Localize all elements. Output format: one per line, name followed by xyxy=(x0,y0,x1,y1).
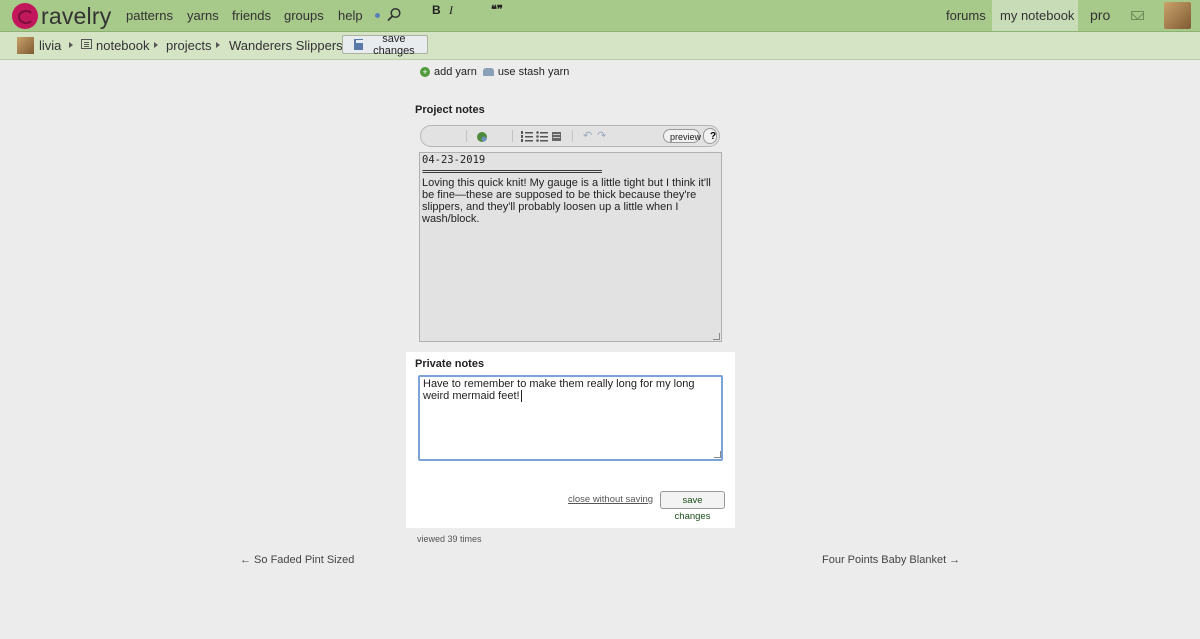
yarn-actions: + add yarn use stash yarn xyxy=(420,66,569,78)
ravelry-logo-icon xyxy=(12,3,38,29)
resize-grip-icon[interactable] xyxy=(714,451,721,458)
private-notes-heading: Private notes xyxy=(415,358,485,370)
nav-help[interactable]: help xyxy=(338,8,363,23)
nav-forums[interactable]: forums xyxy=(946,8,986,23)
breadcrumb-projects[interactable]: projects xyxy=(166,38,212,53)
text-caret xyxy=(520,389,522,402)
nav-pro[interactable]: pro xyxy=(1090,7,1110,23)
project-notes-text: Loving this quick knit! My gauge is a li… xyxy=(422,177,714,225)
private-notes-textarea[interactable]: Have to remember to make them really lon… xyxy=(418,375,723,461)
search-dot-icon xyxy=(375,13,380,18)
undo-icon[interactable]: ↶ xyxy=(583,129,592,142)
quote-button[interactable]: ❝❞ xyxy=(491,3,503,16)
save-changes-top-label: save changes xyxy=(373,32,415,57)
logo-text: ravelry xyxy=(41,2,112,29)
breadcrumb-arrow-icon xyxy=(154,42,158,48)
close-without-saving-link[interactable]: close without saving xyxy=(568,494,653,505)
nav-patterns[interactable]: patterns xyxy=(126,8,173,23)
save-changes-button[interactable]: save changes xyxy=(660,491,725,522)
link-globe-icon[interactable] xyxy=(476,131,488,143)
preview-button[interactable]: preview xyxy=(663,129,701,143)
toolbar-separator xyxy=(572,130,573,142)
help-button[interactable]: ? xyxy=(703,128,717,144)
nav-friends[interactable]: friends xyxy=(232,8,271,23)
project-notes-textarea[interactable]: 04-23-2019 ==============================… xyxy=(419,152,722,342)
next-project-link[interactable]: Four Points Baby Blanket → xyxy=(822,554,960,566)
breadcrumb-notebook[interactable]: notebook xyxy=(96,38,150,53)
nav-my-notebook[interactable]: my notebook xyxy=(1000,8,1074,23)
toolbar-separator xyxy=(466,130,467,142)
project-notes-heading: Project notes xyxy=(415,104,485,116)
add-icon: + xyxy=(420,67,430,77)
add-yarn-link[interactable]: add yarn xyxy=(434,66,477,78)
breadcrumb-arrow-icon xyxy=(216,42,220,48)
bullet-list-icon[interactable] xyxy=(536,131,548,142)
user-avatar[interactable] xyxy=(1164,2,1191,29)
search-icon[interactable] xyxy=(386,7,402,23)
resize-grip-icon[interactable] xyxy=(713,333,720,340)
view-count: viewed 39 times xyxy=(417,534,482,544)
ravelry-logo[interactable]: ravelry xyxy=(12,1,111,31)
stash-icon xyxy=(482,68,494,76)
nav-yarns[interactable]: yarns xyxy=(187,8,219,23)
floppy-disk-icon xyxy=(354,39,363,50)
nav-groups[interactable]: groups xyxy=(284,8,324,23)
breadcrumb-arrow-icon xyxy=(69,42,73,48)
italic-button[interactable]: I xyxy=(449,3,453,18)
use-stash-yarn-link[interactable]: use stash yarn xyxy=(498,66,570,78)
redo-icon[interactable]: ↷ xyxy=(597,129,606,142)
notebook-icon xyxy=(81,39,92,49)
mail-icon[interactable] xyxy=(1131,11,1144,20)
private-notes-text: Have to remember to make them really lon… xyxy=(423,378,695,402)
previous-project-link[interactable]: ← So Faded Pint Sized xyxy=(240,554,354,566)
numbered-list-icon[interactable] xyxy=(521,131,533,142)
save-changes-top-button[interactable]: save changes xyxy=(342,32,428,57)
breadcrumb-project[interactable]: Wanderers Slippers xyxy=(229,38,343,53)
breadcrumb-user[interactable]: livia xyxy=(39,38,61,53)
bold-button[interactable]: B xyxy=(432,3,441,17)
image-icon[interactable] xyxy=(551,131,562,142)
toolbar-separator xyxy=(512,130,513,142)
project-notes-date: 04-23-2019 xyxy=(422,154,486,166)
breadcrumb-avatar[interactable] xyxy=(17,37,34,54)
